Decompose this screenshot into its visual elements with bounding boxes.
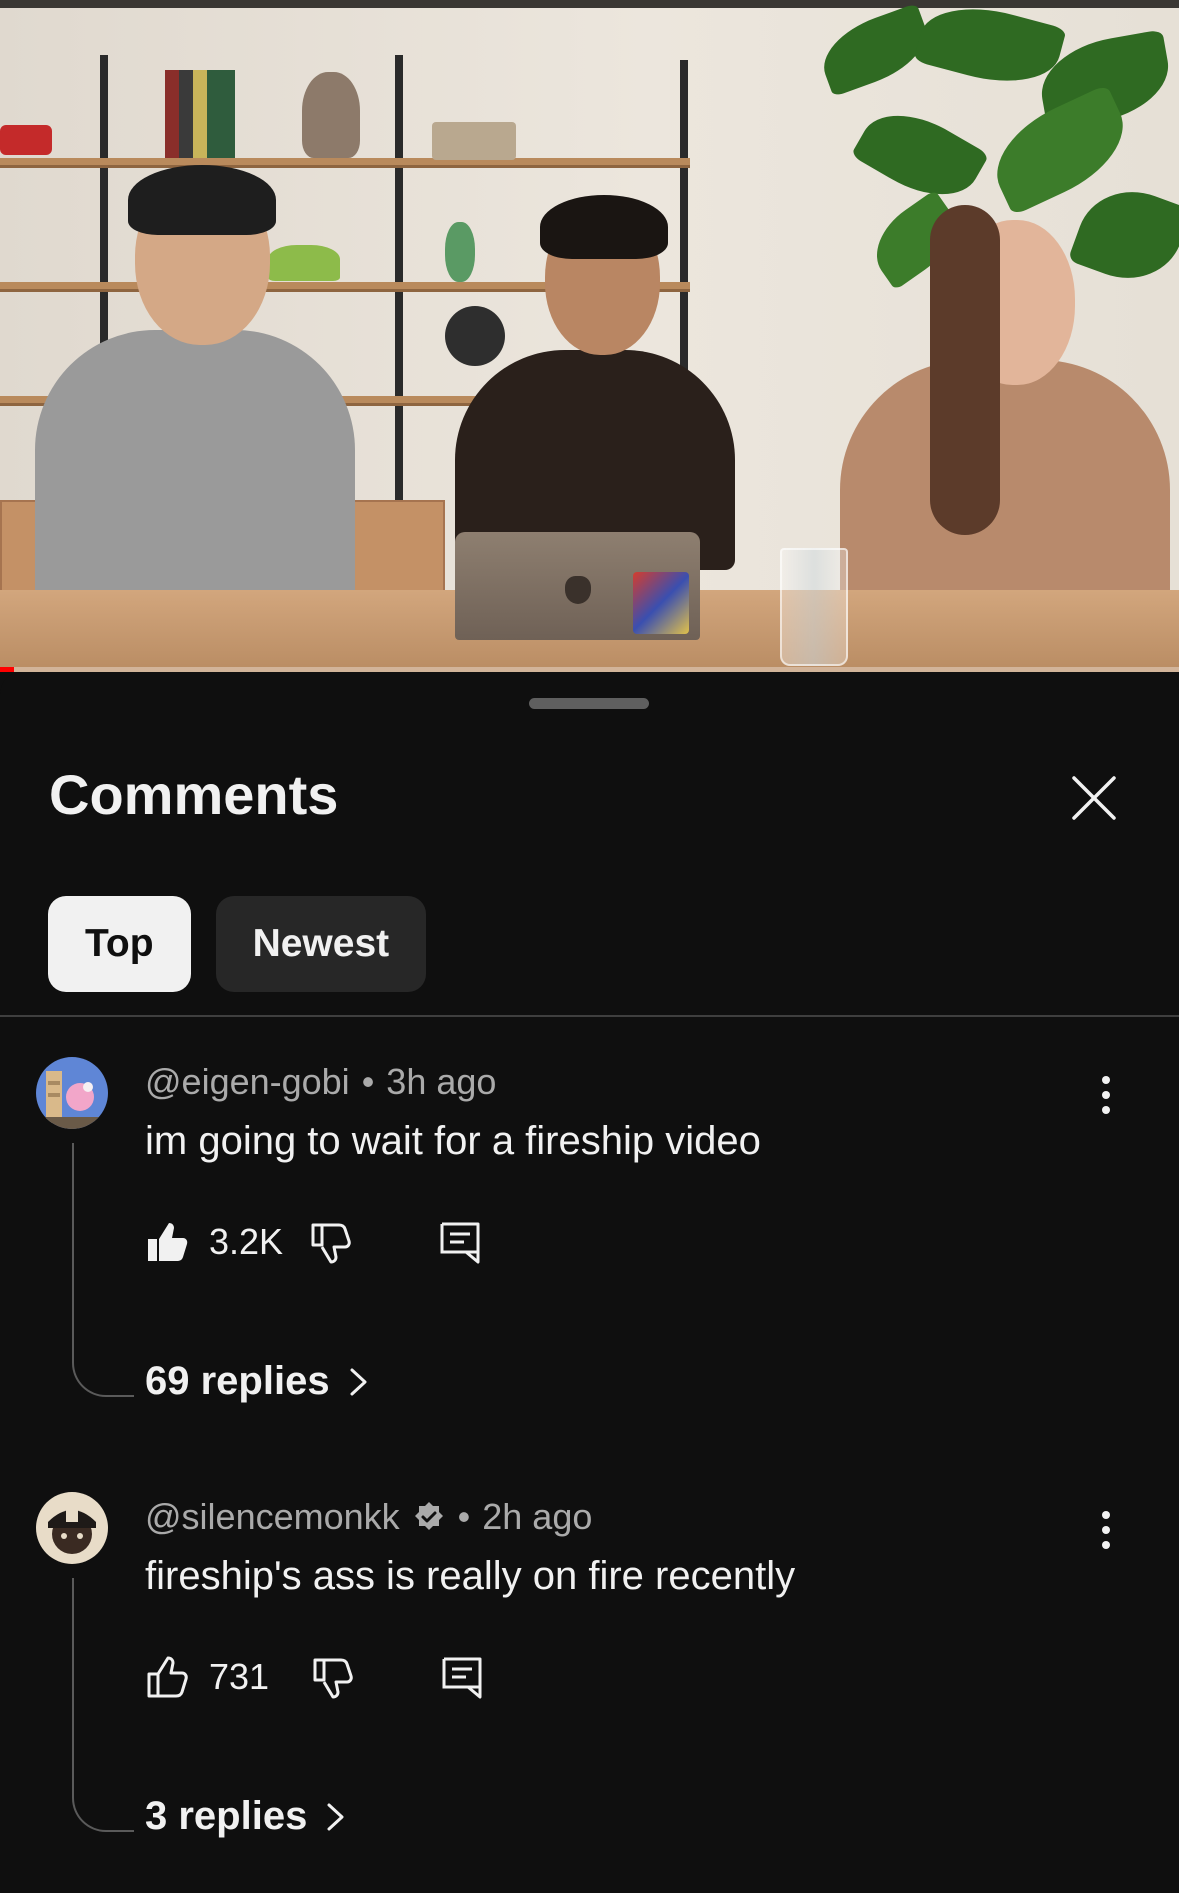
avatar[interactable] [36, 1492, 108, 1564]
comments-sheet: Comments Top Newest @eigen-gobi • 3h ago… [0, 672, 1179, 1893]
water-glass [780, 548, 848, 666]
more-options-button[interactable] [1088, 1504, 1124, 1560]
laptop-sticker [633, 572, 689, 634]
verified-badge-icon [414, 1502, 443, 1530]
laptop [455, 532, 700, 640]
reply-icon[interactable] [439, 1654, 485, 1700]
vase [302, 72, 360, 158]
like-count: 3.2K [209, 1221, 284, 1262]
comments-title: Comments [49, 763, 339, 826]
apple-logo-icon [565, 576, 591, 604]
like-outline-icon[interactable] [145, 1654, 191, 1700]
meta-separator: • [361, 1061, 375, 1102]
thread-line [72, 1143, 134, 1397]
shelf [0, 158, 690, 168]
video-top-strip [0, 0, 1179, 8]
divider [0, 1015, 1179, 1017]
comment-meta: @eigen-gobi • 3h ago [145, 1061, 496, 1103]
person-center-hair [540, 195, 668, 259]
video-progress-fill [0, 667, 15, 672]
like-count: 731 [209, 1656, 270, 1697]
more-vertical-icon [1102, 1511, 1110, 1549]
more-options-button[interactable] [1088, 1069, 1124, 1125]
meta-separator: • [457, 1496, 471, 1537]
video-player[interactable] [0, 0, 1179, 672]
comment-text: im going to wait for a fireship video [145, 1119, 761, 1163]
close-icon [1072, 776, 1116, 820]
replies-count: 69 replies [145, 1359, 330, 1403]
drag-handle[interactable] [529, 698, 649, 709]
close-button[interactable] [1068, 772, 1120, 824]
comment-text: fireship's ass is really on fire recentl… [145, 1554, 796, 1598]
chip-newest[interactable]: Newest [215, 896, 427, 992]
dislike-icon[interactable] [309, 1219, 355, 1265]
like-filled-icon[interactable] [145, 1219, 191, 1265]
comment-author[interactable]: @silencemonkk [145, 1496, 400, 1538]
chip-top[interactable]: Top [48, 896, 191, 992]
dislike-icon[interactable] [311, 1654, 357, 1700]
more-vertical-icon [1102, 1076, 1110, 1114]
reply-icon[interactable] [437, 1219, 483, 1265]
chevron-right-icon [350, 1368, 367, 1395]
comment-author[interactable]: @eigen-gobi [145, 1061, 350, 1103]
comment-item: @silencemonkk • 2h ago fireship's ass is… [0, 1492, 1179, 1893]
comment-item: @eigen-gobi • 3h ago im going to wait fo… [0, 1057, 1179, 1487]
comment-actions: 3.2K [145, 1217, 483, 1267]
view-replies-button[interactable]: 3 replies [145, 1794, 349, 1839]
person-right-braid [930, 205, 1000, 535]
comment-time: 2h ago [482, 1496, 593, 1537]
comment-meta: @silencemonkk • 2h ago [145, 1496, 592, 1538]
chevron-right-icon [327, 1803, 344, 1830]
view-replies-button[interactable]: 69 replies [145, 1359, 372, 1404]
red-phone [0, 125, 52, 155]
books [165, 70, 235, 158]
green-vase [445, 222, 475, 282]
avatar-image-icon [36, 1492, 108, 1564]
cabinet [345, 500, 445, 600]
person-left-hair [128, 165, 276, 235]
thread-line [72, 1578, 134, 1832]
avatar[interactable] [36, 1057, 108, 1129]
app-root: Comments Top Newest @eigen-gobi • 3h ago… [0, 0, 1179, 1893]
fruit-bowl [268, 245, 340, 281]
sort-chips: Top Newest [48, 896, 427, 992]
replies-count: 3 replies [145, 1794, 308, 1838]
black-sculpture [445, 306, 505, 366]
shelf-post [395, 55, 403, 535]
comment-actions: 731 [145, 1652, 485, 1702]
avatar-image-icon [36, 1057, 108, 1129]
radio [432, 122, 516, 160]
comment-time: 3h ago [386, 1061, 497, 1102]
person-left-body [35, 330, 355, 630]
